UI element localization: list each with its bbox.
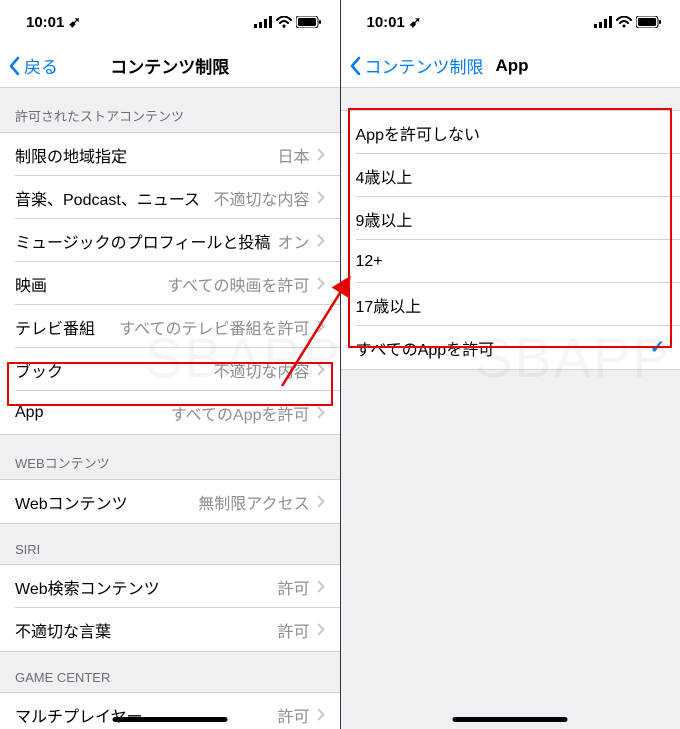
row-value: 無制限アクセス (198, 490, 309, 514)
back-button[interactable]: コンテンツ制限 (341, 53, 484, 78)
chevron-right-icon (317, 234, 325, 247)
option-row[interactable]: Appを許可しない (341, 111, 680, 154)
row-label: ミュージックのプロフィールと投稿 (15, 229, 270, 253)
chevron-right-icon (317, 363, 325, 376)
row-label: 映画 (15, 272, 47, 296)
row-label: App (15, 404, 43, 422)
row-label: 制限の地域指定 (15, 143, 127, 167)
back-label: コンテンツ制限 (365, 53, 484, 78)
option-row[interactable]: すべてのAppを許可 ✓ (341, 326, 680, 369)
chevron-right-icon (317, 406, 325, 419)
status-right (594, 16, 662, 28)
status-time: 10:01 (26, 14, 64, 31)
option-row[interactable]: 17歳以上 (341, 283, 680, 326)
option-row[interactable]: 4歳以上 (341, 154, 680, 197)
row-label: 音楽、Podcast、ニュース (15, 186, 200, 210)
row-label: 17歳以上 (356, 293, 422, 317)
list-group: Appを許可しない 4歳以上 9歳以上 12+ 17歳以上 すべてのAppを許可… (341, 110, 680, 370)
row-value: 不適切な内容 (213, 358, 309, 382)
nav-bar: 戻る コンテンツ制限 (0, 44, 340, 88)
row-label: 12+ (356, 253, 383, 271)
nav-bar: コンテンツ制限 App (341, 44, 680, 88)
section-header: SIRI (0, 524, 340, 564)
list-group: マルチプレイヤー許可 友達を追加許可 (0, 692, 340, 729)
chevron-right-icon (317, 191, 325, 204)
row-value: 許可 (277, 575, 309, 599)
row-label: 4歳以上 (356, 164, 413, 188)
right-screenshot: 10:01 ➹ コンテンツ制限 App Appを許可しない 4歳以上 9歳以上 … (341, 0, 680, 729)
list-group: Web検索コンテンツ許可 不適切な言葉許可 (0, 564, 340, 652)
chevron-right-icon (317, 495, 325, 508)
row-label: 9歳以上 (356, 207, 413, 231)
section-header: GAME CENTER (0, 652, 340, 692)
row-tv[interactable]: テレビ番組すべてのテレビ番組を許可 (0, 305, 340, 348)
home-indicator[interactable] (112, 717, 227, 722)
battery-icon (296, 16, 322, 28)
section-header: WEBコンテンツ (0, 435, 340, 479)
checkmark-icon: ✓ (650, 337, 665, 358)
row-value: すべての映画を許可 (167, 272, 309, 296)
cellular-icon (594, 16, 612, 28)
wifi-icon (616, 16, 632, 28)
location-icon: ➹ (68, 13, 81, 31)
left-screenshot: 10:01 ➹ 戻る コンテンツ制限 許可されたストアコンテンツ 制限の地域指定… (0, 0, 340, 729)
back-button[interactable]: 戻る (0, 53, 58, 78)
chevron-right-icon (317, 580, 325, 593)
row-label: すべてのAppを許可 (356, 336, 495, 360)
row-multiplayer[interactable]: マルチプレイヤー 許可 (0, 693, 340, 729)
battery-icon (636, 16, 662, 28)
row-web-content[interactable]: Webコンテンツ 無制限アクセス (0, 480, 340, 523)
home-indicator[interactable] (453, 717, 568, 722)
row-value: オン (277, 229, 309, 253)
row-label: テレビ番組 (15, 315, 95, 339)
back-label: 戻る (24, 53, 58, 78)
status-bar: 10:01 ➹ (0, 0, 340, 44)
cellular-icon (254, 16, 272, 28)
row-label: Webコンテンツ (15, 490, 128, 514)
row-value: 日本 (277, 143, 309, 167)
chevron-right-icon (317, 623, 325, 636)
row-label: マルチプレイヤー (15, 703, 143, 727)
row-value: 許可 (277, 703, 309, 727)
row-value: 不適切な内容 (213, 186, 309, 210)
status-time: 10:01 (367, 14, 405, 31)
page-title: App (496, 56, 529, 76)
wifi-icon (276, 16, 292, 28)
row-explicit-language[interactable]: 不適切な言葉 許可 (0, 608, 340, 651)
row-value: すべてのテレビ番組を許可 (119, 315, 309, 339)
chevron-left-icon (8, 56, 20, 76)
list-group: 制限の地域指定日本 音楽、Podcast、ニュース不適切な内容 ミュージックのプ… (0, 132, 340, 435)
chevron-right-icon (317, 277, 325, 290)
chevron-right-icon (317, 148, 325, 161)
row-label: ブック (15, 358, 63, 382)
settings-list[interactable]: 許可されたストアコンテンツ 制限の地域指定日本 音楽、Podcast、ニュース不… (0, 88, 340, 729)
row-movies[interactable]: 映画 すべての映画を許可 (0, 262, 340, 305)
location-icon: ➹ (409, 13, 422, 31)
row-music[interactable]: 音楽、Podcast、ニュース不適切な内容 (0, 176, 340, 219)
row-label: Appを許可しない (356, 121, 480, 145)
option-row[interactable]: 9歳以上 (341, 197, 680, 240)
chevron-right-icon (317, 320, 325, 333)
row-app[interactable]: App すべてのAppを許可 (0, 391, 340, 434)
chevron-right-icon (317, 708, 325, 721)
row-label: Web検索コンテンツ (15, 575, 160, 599)
status-bar: 10:01 ➹ (341, 0, 680, 44)
chevron-left-icon (349, 56, 361, 76)
list-group: Webコンテンツ 無制限アクセス (0, 479, 340, 524)
status-right (254, 16, 322, 28)
option-row[interactable]: 12+ (341, 240, 680, 283)
row-books[interactable]: ブック 不適切な内容 (0, 348, 340, 391)
row-label: 不適切な言葉 (15, 618, 111, 642)
section-header: 許可されたストアコンテンツ (0, 88, 340, 132)
row-web-search[interactable]: Web検索コンテンツ 許可 (0, 565, 340, 608)
row-music-profile[interactable]: ミュージックのプロフィールと投稿オン (0, 219, 340, 262)
row-value: 許可 (277, 618, 309, 642)
options-list[interactable]: Appを許可しない 4歳以上 9歳以上 12+ 17歳以上 すべてのAppを許可… (341, 88, 680, 729)
row-value: すべてのAppを許可 (171, 401, 310, 425)
row-region[interactable]: 制限の地域指定 日本 (0, 133, 340, 176)
